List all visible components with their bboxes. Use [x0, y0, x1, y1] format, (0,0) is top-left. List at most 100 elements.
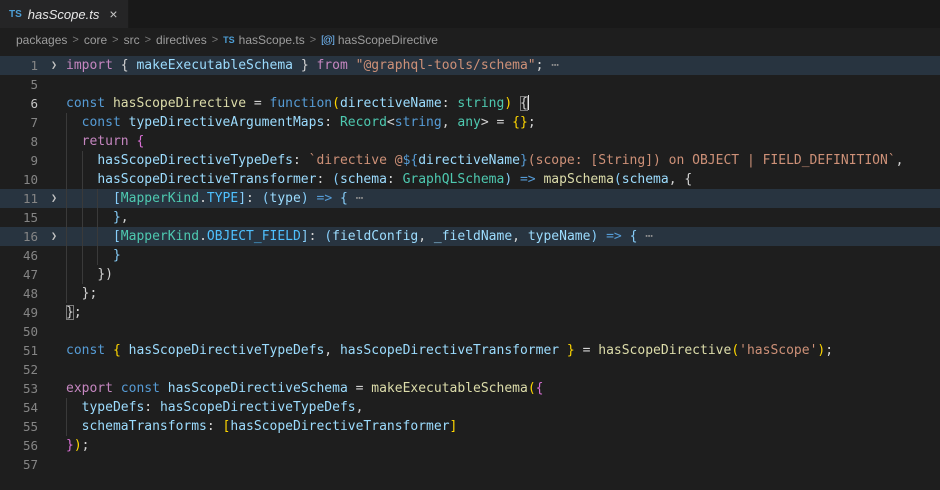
line-number[interactable]: 51 [0, 341, 38, 360]
code-line[interactable]: 16 ❯ [MapperKind.OBJECT_FIELD]: (fieldCon… [0, 227, 940, 246]
code-line[interactable]: 47 }) [0, 265, 940, 284]
code-line[interactable]: 55 schemaTransforms: [hasScopeDirectiveT… [0, 417, 940, 436]
line-number[interactable]: 8 [0, 132, 38, 151]
line-number[interactable]: 47 [0, 265, 38, 284]
code-line[interactable]: 6 const hasScopeDirective = function(dire… [0, 94, 940, 113]
indent-guide [66, 170, 67, 189]
line-number[interactable]: 7 [0, 113, 38, 132]
line-number[interactable]: 16 [0, 227, 38, 246]
code-line[interactable]: 50 [0, 322, 940, 341]
breadcrumb-label: hasScope.ts [239, 33, 305, 47]
breadcrumb-item-hasscopedirective[interactable]: [@]hasScopeDirective [321, 33, 438, 47]
code-line[interactable]: 57 [0, 455, 940, 474]
line-number[interactable]: 9 [0, 151, 38, 170]
typescript-file-icon: TS [223, 35, 235, 45]
close-icon[interactable]: × [109, 7, 117, 21]
chevron-right-icon[interactable]: ❯ [46, 227, 62, 246]
symbol-variable-icon: [@] [321, 35, 334, 46]
code-line[interactable]: 9 hasScopeDirectiveTypeDefs: `directive … [0, 151, 940, 170]
indent-guide [82, 265, 83, 284]
code-line[interactable]: 53export const hasScopeDirectiveSchema =… [0, 379, 940, 398]
tab-title: hasScope.ts [28, 7, 100, 22]
line-number[interactable]: 52 [0, 360, 38, 379]
code-line[interactable]: 5 [0, 75, 940, 94]
line-number[interactable]: 57 [0, 455, 38, 474]
indent-guide [66, 132, 67, 151]
line-number[interactable]: 46 [0, 246, 38, 265]
code-line[interactable]: 48 }; [0, 284, 940, 303]
breadcrumb-item-hasscope-ts[interactable]: TS hasScope.ts [223, 33, 305, 47]
indent-guide [66, 208, 67, 227]
indent-guide [66, 113, 67, 132]
code-text: } [66, 248, 121, 263]
line-number[interactable]: 11 [0, 189, 38, 208]
code-line[interactable]: 8 return { [0, 132, 940, 151]
chevron-right-icon: > [310, 34, 316, 46]
breadcrumb-label: core [84, 33, 107, 47]
breadcrumb-item-packages[interactable]: packages [16, 33, 67, 47]
indent-guide [82, 246, 83, 265]
line-number[interactable]: 15 [0, 208, 38, 227]
code-text: }; [66, 286, 97, 301]
code-editor: 1 ❯ import { makeExecutableSchema } from "… [0, 52, 940, 490]
chevron-right-icon[interactable]: ❯ [46, 189, 62, 208]
code-text: }; [66, 305, 82, 320]
code-text: }) [66, 267, 113, 282]
breadcrumb: packages > core > src > directives > TS hasScope.… [0, 28, 940, 52]
code-text: [MapperKind.TYPE]: (type) => { ⋯ [66, 191, 363, 206]
text-cursor [528, 95, 530, 110]
code-text: schemaTransforms: [hasScopeDirectiveTran… [66, 419, 457, 434]
code-line[interactable]: 15 }, [0, 208, 940, 227]
line-number[interactable]: 5 [0, 75, 38, 94]
indent-guide [97, 208, 98, 227]
breadcrumb-item-src[interactable]: src [124, 33, 140, 47]
indent-guide [66, 189, 67, 208]
code-text: typeDefs: hasScopeDirectiveTypeDefs, [66, 400, 363, 415]
breadcrumb-item-core[interactable]: core [84, 33, 107, 47]
indent-guide [66, 246, 67, 265]
tab-bar: TS hasScope.ts × [0, 0, 940, 28]
code-line[interactable]: 49}; [0, 303, 940, 322]
code-line[interactable]: 46 } [0, 246, 940, 265]
chevron-right-icon[interactable]: ❯ [46, 56, 62, 75]
indent-guide [66, 398, 67, 417]
chevron-right-icon: > [112, 34, 118, 46]
line-number[interactable]: 1 [0, 56, 38, 75]
line-number[interactable]: 54 [0, 398, 38, 417]
line-number[interactable]: 6 [0, 94, 38, 113]
code-line[interactable]: 51const { hasScopeDirectiveTypeDefs, has… [0, 341, 940, 360]
line-number[interactable]: 10 [0, 170, 38, 189]
code-line[interactable]: 56}); [0, 436, 940, 455]
indent-guide [82, 151, 83, 170]
indent-guide [66, 151, 67, 170]
line-number[interactable]: 56 [0, 436, 38, 455]
line-number[interactable]: 53 [0, 379, 38, 398]
indent-guide [66, 227, 67, 246]
indent-guide [97, 227, 98, 246]
chevron-right-icon: > [145, 34, 151, 46]
code-text: hasScopeDirectiveTypeDefs: `directive @$… [66, 153, 903, 168]
tab-hasscope-ts[interactable]: TS hasScope.ts × [0, 0, 129, 28]
line-number[interactable]: 49 [0, 303, 38, 322]
indent-guide [97, 246, 98, 265]
line-number[interactable]: 50 [0, 322, 38, 341]
code-text: return { [66, 134, 144, 149]
breadcrumb-label: packages [16, 33, 67, 47]
code-text: const typeDirectiveArgumentMaps: Record<… [66, 115, 536, 130]
code-line[interactable]: 54 typeDefs: hasScopeDirectiveTypeDefs, [0, 398, 940, 417]
code-line[interactable]: 7 const typeDirectiveArgumentMaps: Recor… [0, 113, 940, 132]
line-number[interactable]: 55 [0, 417, 38, 436]
code-text: }); [66, 438, 89, 453]
breadcrumb-item-directives[interactable]: directives [156, 33, 207, 47]
chevron-right-icon: > [72, 34, 78, 46]
code-line[interactable]: 10 hasScopeDirectiveTransformer: (schema… [0, 170, 940, 189]
code-line[interactable]: 52 [0, 360, 940, 379]
code-line[interactable]: 11 ❯ [MapperKind.TYPE]: (type) => { ⋯ [0, 189, 940, 208]
code-text: import { makeExecutableSchema } from "@g… [66, 58, 559, 73]
indent-guide [66, 284, 67, 303]
code-line[interactable]: 1 ❯ import { makeExecutableSchema } from "… [0, 56, 940, 75]
indent-guide [97, 189, 98, 208]
code-text: [MapperKind.OBJECT_FIELD]: (fieldConfig,… [66, 229, 653, 244]
code-text: const hasScopeDirective = function(direc… [66, 96, 529, 111]
line-number[interactable]: 48 [0, 284, 38, 303]
